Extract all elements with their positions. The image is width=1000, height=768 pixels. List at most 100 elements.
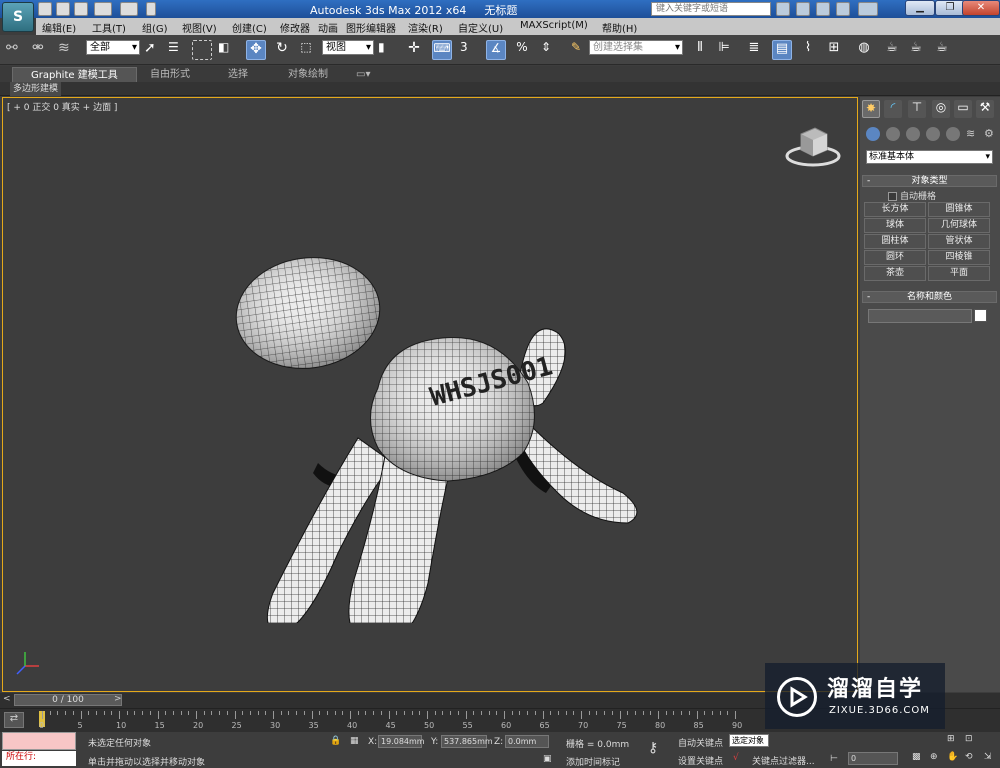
- current-frame-field[interactable]: 0: [848, 752, 898, 765]
- unlink-icon[interactable]: ⚮: [32, 40, 52, 60]
- help-icon[interactable]: [858, 2, 878, 16]
- select-and-move-icon[interactable]: ✥: [246, 40, 266, 60]
- maximize-viewport-icon[interactable]: ⇲: [984, 752, 992, 762]
- open-file-icon[interactable]: [56, 2, 70, 16]
- rectangular-selection-icon[interactable]: [192, 40, 212, 60]
- key-filter-icon[interactable]: √: [733, 753, 739, 763]
- z-coord-field[interactable]: 0.0mm: [505, 735, 549, 748]
- teapot-button[interactable]: 茶壶: [864, 266, 926, 281]
- render-setup-icon[interactable]: ☕: [882, 40, 902, 60]
- time-prev-icon[interactable]: <: [3, 694, 11, 704]
- plane-button[interactable]: 平面: [928, 266, 990, 281]
- favorites-icon[interactable]: [836, 2, 850, 16]
- menu-customize[interactable]: 自定义(U): [458, 20, 503, 35]
- schematic-view-icon[interactable]: ⊞: [824, 40, 844, 60]
- new-file-icon[interactable]: [38, 2, 52, 16]
- object-name-input[interactable]: [868, 309, 972, 323]
- mini-curve-editor-icon[interactable]: ⇄: [4, 712, 24, 728]
- pivot-center-icon[interactable]: ▮: [378, 40, 398, 60]
- menu-group[interactable]: 组(G): [142, 20, 168, 35]
- frame-step-icon[interactable]: ⊢: [830, 754, 838, 764]
- lock-selection-icon[interactable]: 🔒: [330, 736, 341, 746]
- geosphere-button[interactable]: 几何球体: [928, 218, 990, 233]
- angle-snap-icon[interactable]: ∡: [486, 40, 506, 60]
- select-by-name-icon[interactable]: ☰: [168, 40, 188, 60]
- snaps-toggle-icon[interactable]: 3: [460, 40, 480, 60]
- star-icon[interactable]: [796, 2, 810, 16]
- select-object-icon[interactable]: ➚: [144, 40, 164, 60]
- auto-key-button[interactable]: 自动关键点: [678, 736, 723, 749]
- add-time-tag-label[interactable]: 添加时间标记: [566, 755, 620, 768]
- autogrid-checkbox[interactable]: 自动栅格: [888, 189, 936, 202]
- key-filters-button[interactable]: 关键点过滤器...: [752, 754, 815, 767]
- layer-manager-icon[interactable]: ≣: [744, 40, 764, 60]
- edit-named-selection-icon[interactable]: ✎: [566, 40, 586, 60]
- key-mode-dropdown[interactable]: 选定对象: [729, 734, 769, 747]
- keyboard-shortcut-override-icon[interactable]: ⌨: [432, 40, 452, 60]
- tab-object-paint[interactable]: 对象绘制: [270, 67, 346, 82]
- align-icon[interactable]: ⊫: [714, 40, 734, 60]
- object-type-rollout[interactable]: - 对象类型: [862, 175, 997, 187]
- zoom-all-icon[interactable]: ⊡: [965, 734, 973, 744]
- menu-maxscript[interactable]: MAXScript(M): [520, 20, 588, 31]
- window-crossing-icon[interactable]: ◧: [218, 40, 238, 60]
- pyramid-button[interactable]: 四棱锥: [928, 250, 990, 265]
- utilities-tab-icon[interactable]: ⚒: [976, 100, 994, 118]
- box-button[interactable]: 长方体: [864, 202, 926, 217]
- maxscript-mini-listener[interactable]: 所在行:: [2, 751, 76, 766]
- menu-help[interactable]: 帮助(H): [602, 20, 637, 35]
- link-icon[interactable]: ⚯: [6, 40, 26, 60]
- zoom-extents-icon[interactable]: ⊞: [947, 734, 955, 744]
- app-logo-icon[interactable]: S: [2, 2, 34, 32]
- select-and-manipulate-icon[interactable]: ✛: [404, 40, 424, 60]
- minimize-button[interactable]: ▁: [905, 0, 935, 16]
- y-coord-field[interactable]: 537.865mm: [441, 735, 493, 748]
- ribbon-options-icon[interactable]: ▭▾: [350, 67, 376, 82]
- tab-graphite-modeling[interactable]: Graphite 建模工具: [12, 67, 137, 82]
- select-and-scale-icon[interactable]: ⬚: [296, 40, 316, 60]
- percent-snap-icon[interactable]: %: [512, 40, 532, 60]
- modify-tab-icon[interactable]: ◜: [884, 100, 902, 118]
- geometry-icon[interactable]: [866, 127, 880, 141]
- reference-coordinate-dropdown[interactable]: 视图: [322, 40, 374, 55]
- primitive-category-dropdown[interactable]: 标准基本体: [866, 150, 993, 164]
- save-file-icon[interactable]: [74, 2, 88, 16]
- hierarchy-tab-icon[interactable]: ⊤: [908, 100, 926, 118]
- maximize-button[interactable]: ❐: [935, 0, 965, 16]
- spinner-snap-icon[interactable]: ⇕: [536, 40, 556, 60]
- arc-rotate-icon[interactable]: ⟲: [965, 752, 973, 762]
- systems-icon[interactable]: ⚙: [984, 127, 998, 141]
- set-key-button[interactable]: 设置关键点: [678, 754, 723, 767]
- torus-button[interactable]: 圆环: [864, 250, 926, 265]
- perspective-viewport[interactable]: [ + 0 正交 0 真实 + 边面 ] WHSJS001: [2, 97, 858, 692]
- space-warps-icon[interactable]: ≋: [966, 127, 980, 141]
- menu-graph-editors[interactable]: 图形编辑器: [346, 20, 396, 35]
- shapes-icon[interactable]: [886, 127, 900, 141]
- quick-access-dropdown-icon[interactable]: [146, 2, 156, 16]
- graphite-toggle-icon[interactable]: ▤: [772, 40, 792, 60]
- close-button[interactable]: ✕: [962, 0, 1000, 16]
- menu-modifiers[interactable]: 修改器: [280, 20, 310, 35]
- search-input[interactable]: 键入关键字或短语: [651, 2, 771, 16]
- binoculars-icon[interactable]: [776, 2, 790, 16]
- time-config-icon[interactable]: ▩: [912, 752, 921, 762]
- undo-icon[interactable]: [94, 2, 112, 16]
- lights-icon[interactable]: [906, 127, 920, 141]
- select-and-rotate-icon[interactable]: ↻: [272, 40, 292, 60]
- time-slider-thumb[interactable]: 0 / 100: [14, 694, 122, 706]
- cylinder-button[interactable]: 圆柱体: [864, 234, 926, 249]
- tube-button[interactable]: 管状体: [928, 234, 990, 249]
- object-color-swatch[interactable]: [974, 309, 987, 322]
- display-tab-icon[interactable]: ▭: [954, 100, 972, 118]
- motion-tab-icon[interactable]: ◎: [932, 100, 950, 118]
- viewcube-icon[interactable]: [783, 120, 843, 170]
- create-tab-icon[interactable]: ✸: [862, 100, 880, 118]
- orbit-icon[interactable]: ✋: [947, 752, 958, 762]
- menu-rendering[interactable]: 渲染(R): [408, 20, 443, 35]
- curve-editor-icon[interactable]: ⌇: [798, 40, 818, 60]
- material-editor-icon[interactable]: ◍: [854, 40, 874, 60]
- set-key-icon[interactable]: ⚷: [648, 740, 658, 756]
- render-production-icon[interactable]: ☕: [932, 40, 952, 60]
- named-selection-dropdown[interactable]: 创建选择集: [589, 40, 683, 55]
- tools-icon[interactable]: [816, 2, 830, 16]
